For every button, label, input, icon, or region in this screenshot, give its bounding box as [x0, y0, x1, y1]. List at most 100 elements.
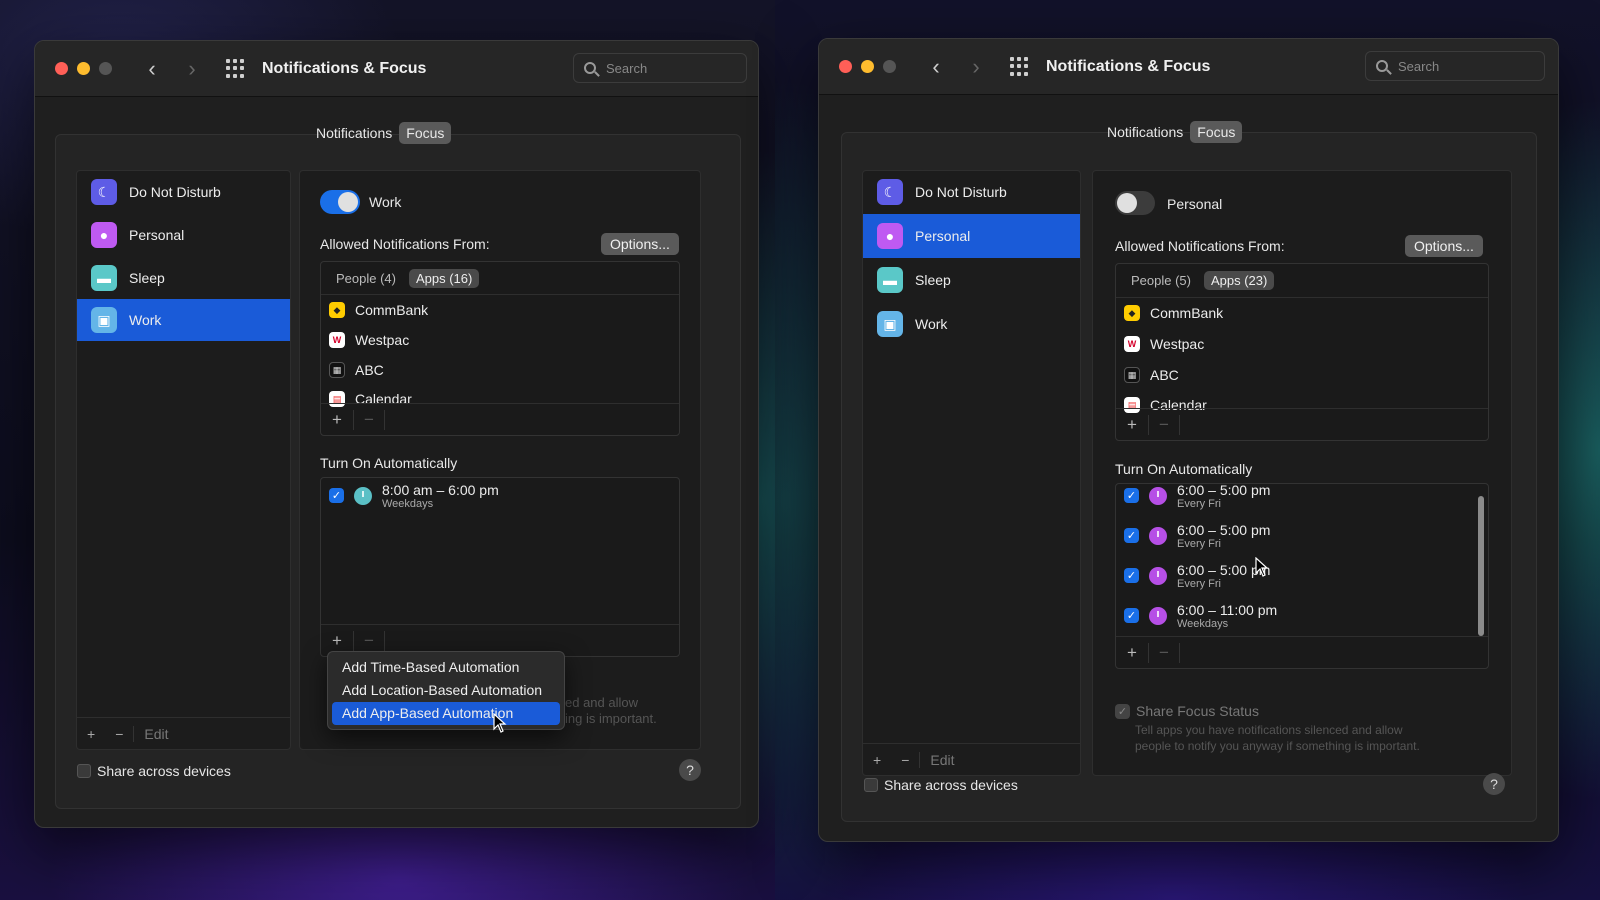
automation-time: 6:00 – 5:00 pm — [1177, 483, 1271, 498]
sidebar-item-work[interactable]: ▣ Work — [863, 303, 1080, 345]
zoom-button[interactable] — [883, 60, 896, 73]
automation-days: Weekdays — [1177, 618, 1229, 630]
add-automation-button[interactable]: + — [321, 631, 353, 651]
remove-focus-button[interactable]: − — [105, 726, 133, 742]
list-item[interactable]: ▦ ABC — [329, 358, 384, 382]
automation-row[interactable]: ✓ 6:00 – 5:00 pm Every Fri — [1124, 483, 1271, 520]
add-focus-button[interactable]: + — [77, 726, 105, 742]
sidebar-item-label: Work — [129, 312, 162, 328]
sidebar-item-personal[interactable]: ● Personal — [77, 214, 290, 256]
add-app-button[interactable]: + — [1116, 415, 1148, 435]
app-name: ABC — [1150, 367, 1179, 383]
automation-row[interactable]: ✓ 6:00 – 5:00 pm Every Fri — [1124, 522, 1270, 560]
sidebar-item-work[interactable]: ▣ Work — [77, 299, 290, 341]
automation-list: ✓ 6:00 – 5:00 pm Every Fri ✓ 6:00 – 5:00… — [1115, 483, 1489, 669]
close-button[interactable] — [55, 62, 68, 75]
add-app-button[interactable]: + — [321, 410, 353, 430]
sidebar-item-personal[interactable]: ● Personal — [863, 214, 1080, 258]
add-automation-button[interactable]: + — [1116, 643, 1148, 663]
menu-item-app-based[interactable]: Add App-Based Automation — [332, 702, 560, 725]
app-name: CommBank — [1150, 305, 1224, 321]
sidebar-item-label: Personal — [129, 227, 185, 243]
automation-checkbox[interactable]: ✓ — [1124, 528, 1139, 543]
menu-item-location-based[interactable]: Add Location-Based Automation — [332, 679, 560, 702]
clock-icon — [1149, 487, 1167, 505]
tab-notifications[interactable]: Notifications — [309, 122, 399, 144]
close-button[interactable] — [839, 60, 852, 73]
tab-notifications[interactable]: Notifications — [1100, 121, 1190, 143]
abc-icon: ▦ — [1124, 367, 1140, 383]
bed-icon: ▬ — [877, 267, 903, 293]
share-across-devices-checkbox[interactable] — [77, 764, 91, 778]
remove-automation-button[interactable]: − — [1148, 642, 1180, 663]
tab-apps[interactable]: Apps (23) — [1203, 271, 1275, 290]
edit-button[interactable]: Edit — [133, 725, 178, 742]
automation-checkbox[interactable]: ✓ — [1124, 568, 1139, 583]
edit-button[interactable]: Edit — [919, 751, 964, 768]
tab-apps[interactable]: Apps (16) — [408, 269, 480, 288]
badge-icon: ▣ — [91, 307, 117, 333]
remove-focus-button[interactable]: − — [891, 752, 919, 768]
sidebar-item-sleep[interactable]: ▬ Sleep — [863, 259, 1080, 301]
obscured-description-1: ed and allow — [565, 695, 638, 710]
search-field[interactable]: Search — [573, 53, 747, 83]
share-across-devices[interactable]: Share across devices — [864, 777, 1018, 793]
automation-row[interactable]: ✓ 8:00 am – 6:00 pm Weekdays — [329, 482, 499, 520]
sidebar-item-label: Personal — [915, 228, 971, 244]
share-focus-status[interactable]: ✓ Share Focus Status — [1115, 703, 1259, 719]
options-button[interactable]: Options... — [1405, 235, 1483, 257]
remove-app-button[interactable]: − — [1148, 414, 1180, 435]
list-item[interactable]: ◆ CommBank — [329, 298, 428, 322]
show-all-grid-icon[interactable] — [226, 58, 246, 79]
options-button[interactable]: Options... — [601, 233, 679, 255]
settings-window-left: ‹ › Notifications & Focus Search Notific… — [34, 40, 759, 828]
minimize-button[interactable] — [77, 62, 90, 75]
search-field[interactable]: Search — [1365, 51, 1545, 81]
tab-focus[interactable]: Focus — [1190, 121, 1243, 143]
automation-checkbox[interactable]: ✓ — [1124, 608, 1139, 623]
app-name: CommBank — [355, 302, 429, 318]
list-item[interactable]: W Westpac — [1124, 332, 1204, 356]
obscured-description-2: ing is important. — [565, 711, 657, 726]
automation-scrollbar[interactable] — [1478, 496, 1484, 636]
list-item[interactable]: ▦ ABC — [1124, 363, 1179, 387]
turn-on-automatically-label: Turn On Automatically — [320, 455, 458, 471]
focus-toggle[interactable] — [1115, 191, 1155, 215]
focus-sidebar: ☾ Do Not Disturb ● Personal ▬ Sleep ▣ Wo… — [76, 170, 291, 750]
automation-row[interactable]: ✓ 6:00 – 11:00 pm Weekdays — [1124, 602, 1277, 640]
minimize-button[interactable] — [861, 60, 874, 73]
zoom-button[interactable] — [99, 62, 112, 75]
back-icon[interactable]: ‹ — [132, 56, 172, 82]
sidebar-item-do-not-disturb[interactable]: ☾ Do Not Disturb — [863, 171, 1080, 213]
tab-focus[interactable]: Focus — [399, 122, 452, 144]
sidebar-item-sleep[interactable]: ▬ Sleep — [77, 257, 290, 299]
remove-automation-button[interactable]: − — [353, 630, 385, 651]
focus-toggle[interactable] — [320, 190, 360, 214]
sidebar-item-do-not-disturb[interactable]: ☾ Do Not Disturb — [77, 171, 290, 213]
help-button[interactable]: ? — [1483, 773, 1505, 795]
forward-icon[interactable]: › — [172, 56, 212, 82]
add-focus-button[interactable]: + — [863, 752, 891, 768]
share-across-devices[interactable]: Share across devices — [77, 763, 231, 779]
menu-item-time-based[interactable]: Add Time-Based Automation — [332, 656, 560, 679]
automation-checkbox[interactable]: ✓ — [1124, 488, 1139, 503]
automation-days: Weekdays — [382, 498, 434, 510]
settings-window-right: ‹ › Notifications & Focus Search Notific… — [818, 38, 1559, 842]
automation-checkbox[interactable]: ✓ — [329, 488, 344, 503]
share-across-devices-checkbox[interactable] — [864, 778, 878, 792]
clock-icon — [1149, 567, 1167, 585]
show-all-grid-icon[interactable] — [1010, 56, 1030, 77]
back-icon[interactable]: ‹ — [916, 54, 956, 80]
automation-row[interactable]: ✓ 6:00 – 5:00 pm Every Fri — [1124, 562, 1270, 600]
search-icon — [584, 62, 596, 74]
automation-days: Every Fri — [1177, 578, 1221, 590]
share-focus-status-checkbox[interactable]: ✓ — [1115, 703, 1130, 719]
list-item[interactable]: W Westpac — [329, 328, 409, 352]
forward-icon[interactable]: › — [956, 54, 996, 80]
tab-people[interactable]: People (5) — [1124, 271, 1198, 290]
list-item[interactable]: ◆ CommBank — [1124, 301, 1223, 325]
tab-people[interactable]: People (4) — [329, 269, 403, 288]
remove-app-button[interactable]: − — [353, 409, 385, 430]
help-button[interactable]: ? — [679, 759, 701, 781]
sidebar-item-label: Do Not Disturb — [129, 184, 221, 200]
